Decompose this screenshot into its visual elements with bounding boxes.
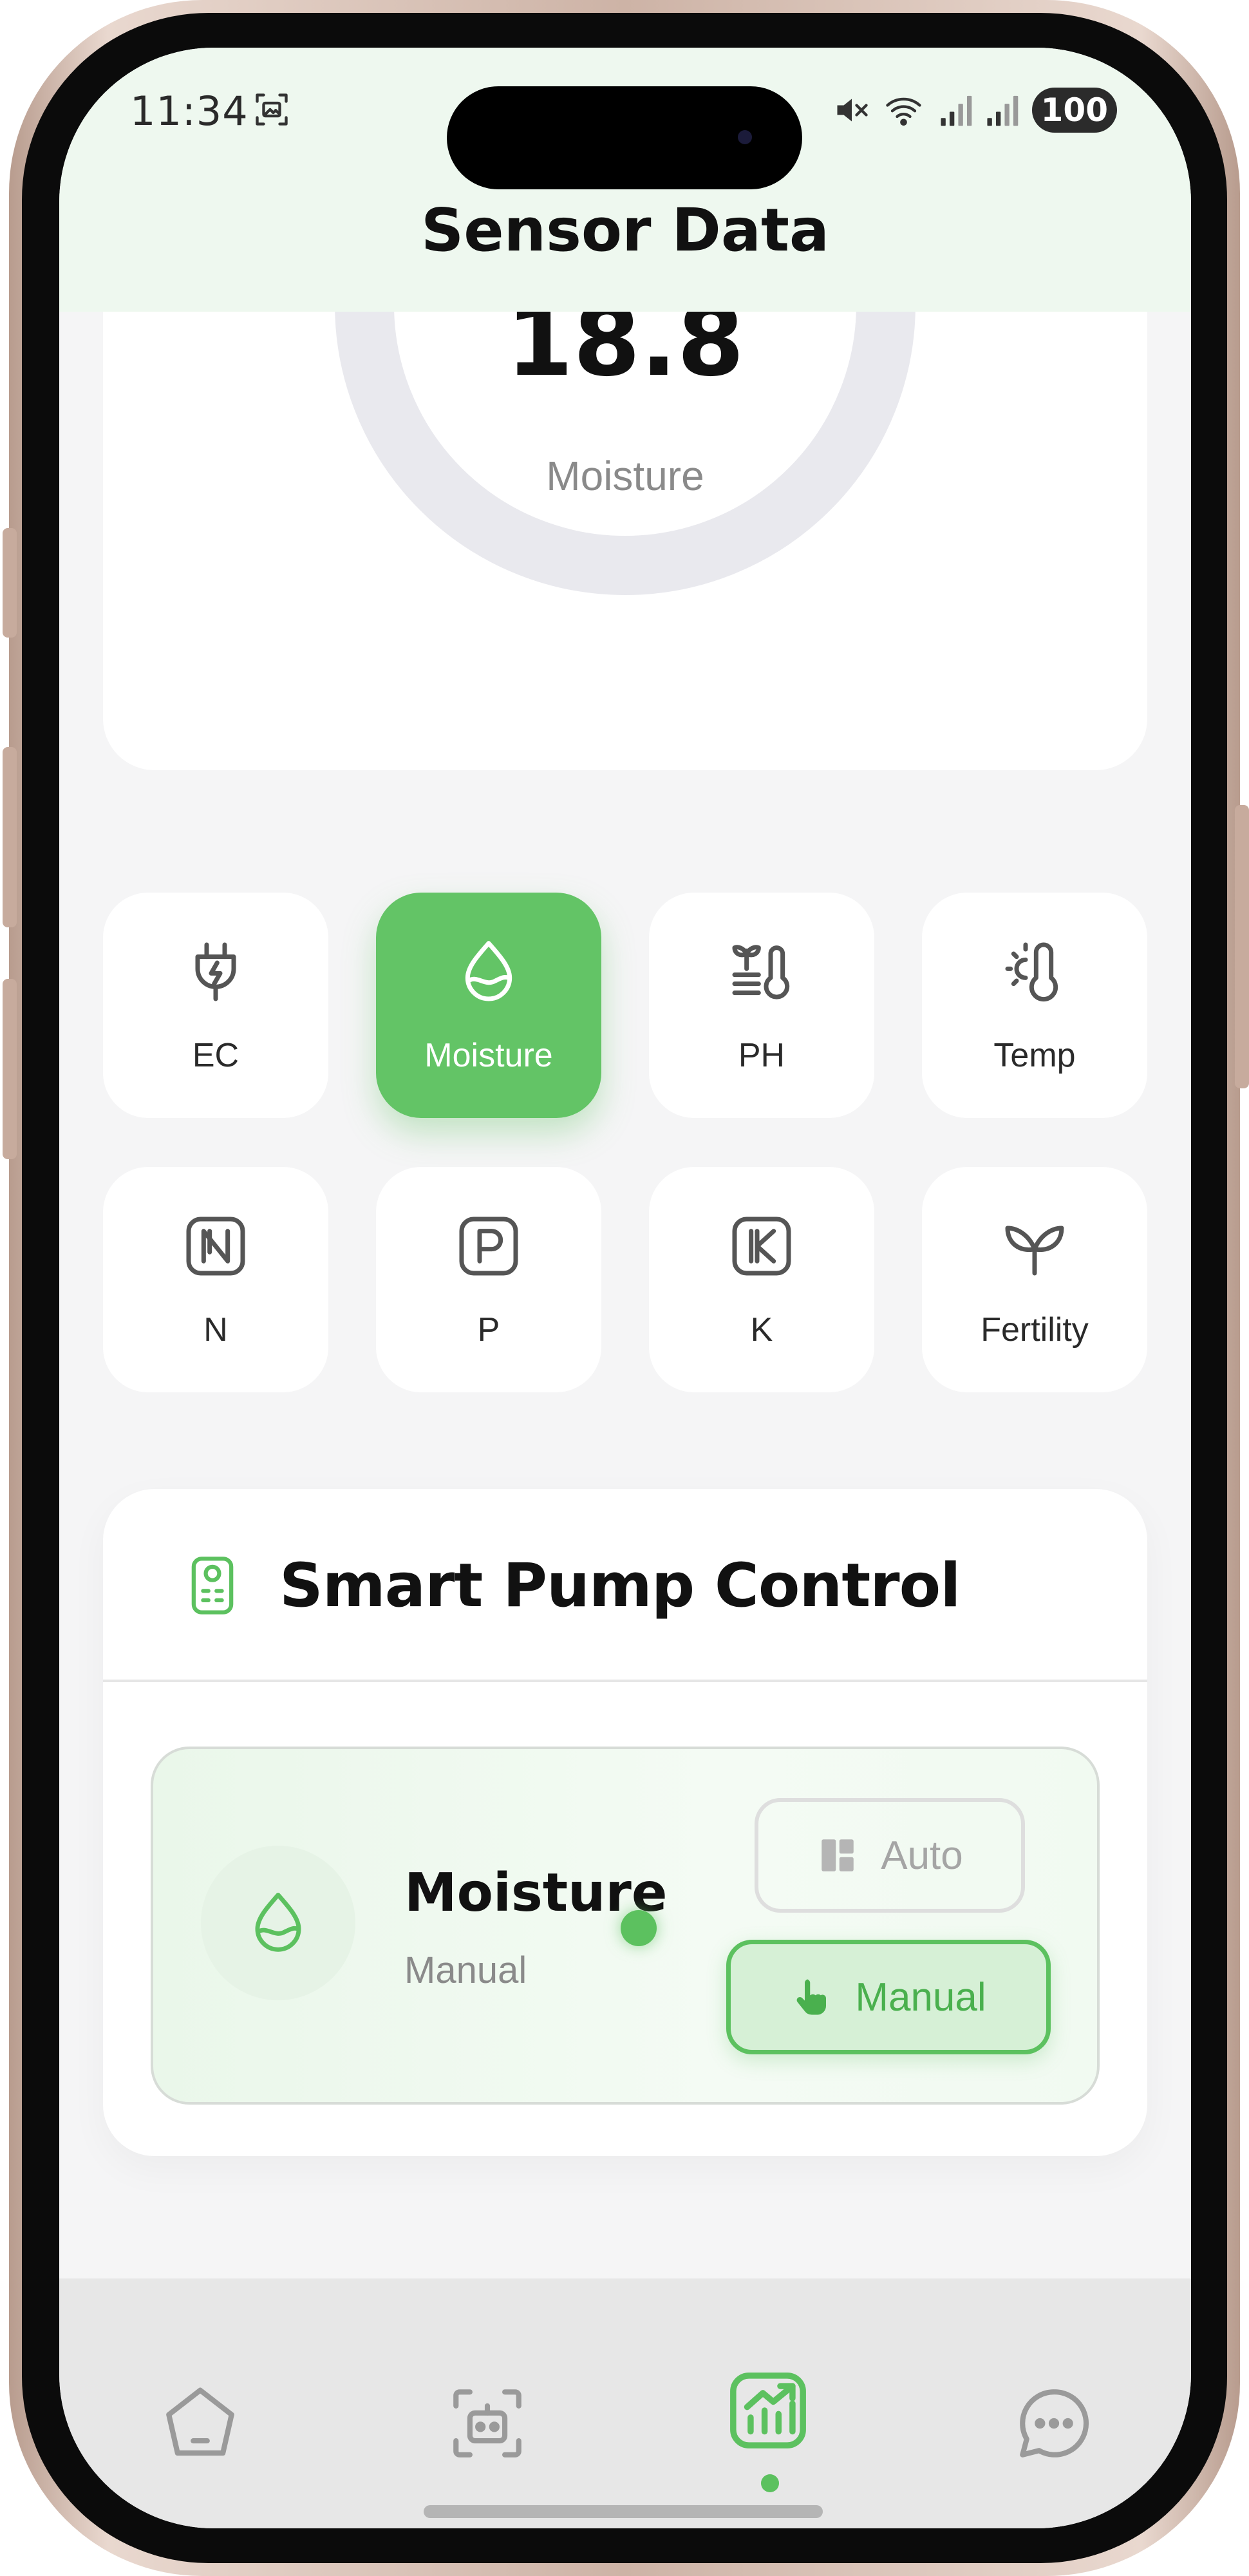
status-indicator-dot	[621, 1910, 657, 1946]
sensor-label: P	[477, 1311, 500, 1349]
volume-up-button	[3, 747, 17, 927]
sensor-label: Fertility	[981, 1311, 1089, 1349]
nav-chat[interactable]	[1012, 2382, 1096, 2465]
power-button	[1235, 805, 1249, 1088]
sensor-label: K	[750, 1311, 773, 1349]
home-icon	[166, 2387, 234, 2456]
sensor-label: N	[203, 1311, 228, 1349]
pump-card-title: Smart Pump Control	[279, 1551, 961, 1621]
home-indicator[interactable]	[424, 2505, 823, 2518]
dynamic-island	[447, 86, 802, 189]
robot-scan-icon	[453, 2389, 521, 2458]
water-drop-icon	[465, 941, 512, 1001]
app-header: 11:34 100 Sensor Data	[59, 48, 1191, 312]
hand-pointer-icon	[796, 1979, 827, 2015]
pump-sensor-avatar	[201, 1846, 355, 2000]
auto-mode-label: Auto	[881, 1833, 963, 1878]
water-drop-icon	[255, 1893, 301, 1952]
sensor-label: PH	[738, 1037, 785, 1074]
signal-icon	[987, 95, 1018, 126]
sensor-label: Moisture	[424, 1037, 553, 1074]
sensor-label: Temp	[993, 1037, 1076, 1074]
app-screen: 18.8 Moisture EC Moisture PH Temp N P K …	[59, 48, 1191, 2528]
signal-icon	[941, 95, 972, 126]
sensor-tile-ph[interactable]: PH	[649, 893, 874, 1118]
thermometer-sun-icon	[1005, 942, 1058, 1002]
sensor-tile-n[interactable]: N	[103, 1167, 328, 1392]
mute-icon	[837, 99, 868, 122]
battery-indicator: 100	[1031, 88, 1117, 133]
sensor-tile-p[interactable]: P	[376, 1167, 601, 1392]
nav-active-indicator	[761, 2474, 779, 2492]
sensor-tile-moisture[interactable]: Moisture	[376, 893, 601, 1118]
plug-bolt-icon	[195, 942, 236, 1001]
page-title: Sensor Data	[420, 196, 830, 265]
sensor-tile-k[interactable]: K	[649, 1167, 874, 1392]
pump-mode-text: Manual	[404, 1949, 527, 1991]
status-time: 11:34	[130, 88, 249, 135]
status-icons: 100	[832, 88, 1117, 133]
bottom-nav	[59, 2278, 1191, 2528]
screenshot-icon	[256, 93, 288, 126]
wifi-icon	[885, 97, 921, 126]
nav-sensor-data[interactable]	[726, 2369, 810, 2452]
auto-mode-button[interactable]: Auto	[755, 1798, 1025, 1913]
pump-sensor-row: Moisture Manual Auto Manual	[151, 1747, 1100, 2105]
manual-mode-label: Manual	[855, 1975, 986, 2020]
sensor-label: EC	[192, 1037, 239, 1074]
remote-control-icon	[191, 1557, 234, 1615]
ph-plant-icon	[732, 945, 790, 999]
sprout-icon	[1005, 1226, 1064, 1276]
letter-n-icon	[186, 1217, 245, 1276]
chat-icon	[1020, 2389, 1089, 2458]
letter-p-icon	[459, 1217, 518, 1276]
nav-home[interactable]	[158, 2382, 242, 2465]
chart-icon	[730, 2372, 806, 2448]
volume-down-button	[3, 979, 17, 1159]
pump-control-card: Smart Pump Control Moisture Manual Auto	[103, 1489, 1147, 2156]
gauge-label: Moisture	[546, 453, 704, 499]
manual-mode-button[interactable]: Manual	[726, 1940, 1051, 2054]
dashboard-icon	[822, 1839, 854, 1871]
nav-ai-scan[interactable]	[446, 2382, 529, 2465]
letter-k-icon	[732, 1217, 791, 1276]
sensor-tile-temp[interactable]: Temp	[922, 893, 1147, 1118]
sensor-tile-ec[interactable]: EC	[103, 893, 328, 1118]
pump-card-header: Smart Pump Control	[103, 1489, 1147, 1682]
sensor-tile-fertility[interactable]: Fertility	[922, 1167, 1147, 1392]
side-button	[3, 528, 17, 638]
